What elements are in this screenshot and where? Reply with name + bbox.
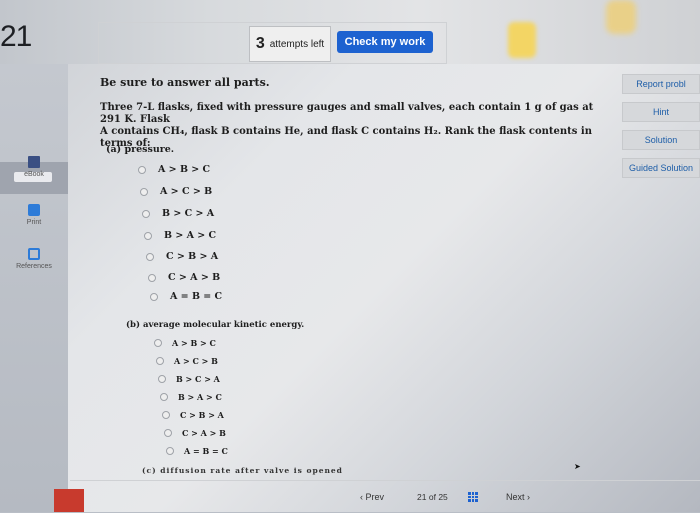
radio-button[interactable] — [142, 209, 150, 218]
sidebar-item-print[interactable]: Print — [0, 204, 68, 226]
radio-button[interactable] — [166, 447, 174, 455]
grid-icon[interactable] — [468, 492, 478, 502]
question-panel: Be sure to answer all parts. Three 7-L f… — [70, 64, 618, 512]
part-a-label: (a) pressure. — [106, 144, 175, 155]
part-a-option[interactable]: A = B = C — [150, 291, 222, 302]
option-label: C > B > A — [180, 410, 224, 420]
next-button[interactable]: Next › — [506, 492, 530, 502]
instructions: Be sure to answer all parts. — [100, 76, 270, 89]
attempts-indicator: 3 attempts left — [249, 26, 331, 62]
radio-button[interactable] — [158, 375, 166, 383]
printer-icon — [28, 204, 40, 216]
page-indicator: 21 of 25 — [417, 492, 448, 502]
radio-button[interactable] — [138, 165, 146, 174]
screen-glare — [606, 0, 636, 34]
part-b-option[interactable]: B > C > A — [158, 374, 220, 384]
radio-button[interactable] — [154, 339, 162, 347]
radio-button[interactable] — [150, 292, 158, 301]
option-label: B > C > A — [162, 208, 215, 219]
prev-button[interactable]: ‹ Prev — [360, 492, 384, 502]
part-b-label: (b) average molecular kinetic energy. — [126, 320, 305, 330]
part-a-option[interactable]: C > B > A — [146, 251, 218, 262]
question-text: Three 7-L flasks, fixed with pressure ga… — [100, 102, 600, 150]
page-of: of — [428, 492, 436, 502]
option-label: A > B > C — [172, 338, 216, 348]
option-label: B > A > C — [178, 392, 222, 402]
screen-glare — [508, 22, 536, 58]
sidebar-item-label: References — [16, 263, 52, 270]
page-total: 25 — [438, 492, 448, 502]
question-text-line: A contains CH₄, flask B contains He, and… — [100, 126, 592, 149]
option-label: A > C > B — [174, 356, 218, 366]
part-a-option[interactable]: B > C > A — [142, 208, 214, 219]
sidebar: eBook Print References — [0, 64, 68, 512]
check-my-work-button[interactable]: Check my work — [337, 31, 433, 53]
solution-button[interactable]: Solution — [622, 130, 700, 150]
prev-label: Prev — [365, 492, 385, 502]
part-b-option[interactable]: B > A > C — [160, 392, 222, 402]
option-label: A = B = C — [170, 291, 223, 302]
part-a-option[interactable]: A > C > B — [140, 186, 212, 197]
part-a-option[interactable]: C > A > B — [148, 272, 220, 283]
references-icon — [28, 248, 40, 260]
part-b-option[interactable]: A > C > B — [156, 356, 218, 366]
part-b-option[interactable]: A > B > C — [154, 338, 216, 348]
part-b-option[interactable]: C > A > B — [164, 428, 226, 438]
radio-button[interactable] — [160, 393, 168, 401]
option-label: C > B > A — [166, 251, 219, 262]
top-bar: 21 3 attempts left Check my work — [0, 0, 700, 64]
footer-nav: ‹ Prev 21 of 25 Next › — [70, 480, 700, 513]
page-current: 21 — [417, 492, 427, 502]
book-icon — [28, 156, 40, 168]
option-label: B > A > C — [164, 230, 217, 241]
option-label: A = B = C — [184, 446, 228, 456]
attempts-count: 3 — [255, 35, 265, 52]
part-b-option[interactable]: C > B > A — [162, 410, 224, 420]
sidebar-item-label: Print — [26, 219, 42, 226]
report-problem-button[interactable]: Report probl — [622, 74, 700, 94]
radio-button[interactable] — [144, 231, 152, 240]
hint-button[interactable]: Hint — [622, 102, 700, 122]
next-label: Next — [506, 492, 525, 502]
question-text-line: Three 7-L flasks, fixed with pressure ga… — [100, 102, 594, 125]
guided-solution-button[interactable]: Guided Solution — [622, 158, 700, 178]
radio-button[interactable] — [140, 187, 148, 196]
sidebar-item-references[interactable]: References — [0, 248, 68, 270]
attempts-label: attempts left — [269, 38, 325, 50]
option-label: B > C > A — [176, 374, 220, 384]
radio-button[interactable] — [164, 429, 172, 437]
part-c-label: (c) diffusion rate after valve is opened — [142, 466, 343, 475]
option-label: C > A > B — [182, 428, 226, 438]
option-label: A > B > C — [158, 164, 211, 175]
part-a-option[interactable]: A > B > C — [138, 164, 210, 175]
mouse-cursor-icon: ➤ — [574, 462, 581, 471]
sidebar-item-label: eBook — [24, 171, 44, 178]
sidebar-item-ebook[interactable]: eBook — [0, 156, 68, 178]
option-label: C > A > B — [168, 272, 221, 283]
radio-button[interactable] — [162, 411, 170, 419]
radio-button[interactable] — [148, 273, 156, 282]
radio-button[interactable] — [146, 252, 154, 261]
right-panel: Report probl Hint Solution Guided Soluti… — [622, 64, 700, 512]
question-number: 21 — [0, 20, 32, 53]
part-a-option[interactable]: B > A > C — [144, 230, 216, 241]
option-label: A > C > B — [160, 186, 213, 197]
part-b-option[interactable]: A = B = C — [166, 446, 228, 456]
mcgraw-hill-logo — [54, 489, 84, 512]
radio-button[interactable] — [156, 357, 164, 365]
